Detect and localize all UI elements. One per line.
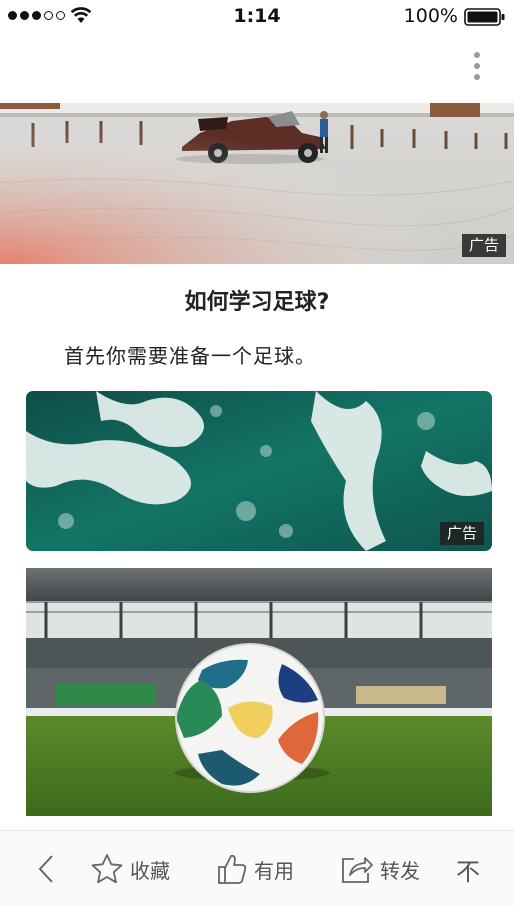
useful-label: 有用	[254, 858, 294, 883]
hero-ad-banner[interactable]: 广告	[0, 103, 514, 264]
status-bar: 1:14 100%	[0, 0, 514, 34]
useful-button[interactable]: 有用	[216, 849, 294, 889]
ad-badge: 广告	[439, 522, 484, 545]
bottom-toolbar: 收藏 有用 转发 不	[0, 830, 514, 906]
share-icon	[342, 857, 373, 883]
phone-screen: 1:14 100% 广告 如何学习足球? 首先你需要准备一个足球。 广告 收藏 …	[0, 0, 514, 906]
star-icon	[91, 854, 123, 884]
ad-badge: 广告	[461, 234, 506, 257]
thumbs-up-icon	[218, 854, 247, 884]
more-vertical-icon[interactable]	[474, 52, 480, 80]
ocean-waves-image	[26, 391, 492, 551]
chevron-left-icon	[38, 855, 53, 883]
dislike-label: 不	[456, 857, 480, 886]
battery-icon	[464, 8, 505, 26]
share-label: 转发	[380, 858, 420, 883]
battery-percent: 100%	[403, 5, 458, 27]
beach-car-image	[0, 103, 514, 264]
football-stadium-image	[26, 568, 492, 816]
app-header	[0, 34, 514, 100]
favorite-label: 收藏	[130, 858, 170, 883]
dislike-button[interactable]: 不	[456, 849, 480, 889]
back-button[interactable]	[36, 849, 56, 889]
inline-ad-banner[interactable]: 广告	[26, 391, 492, 551]
article-paragraph: 首先你需要准备一个足球。	[64, 344, 316, 368]
article-title: 如何学习足球?	[184, 290, 330, 315]
article-content: 广告 如何学习足球? 首先你需要准备一个足球。 广告	[0, 100, 514, 830]
share-button[interactable]: 转发	[340, 849, 420, 889]
favorite-button[interactable]: 收藏	[90, 849, 170, 889]
